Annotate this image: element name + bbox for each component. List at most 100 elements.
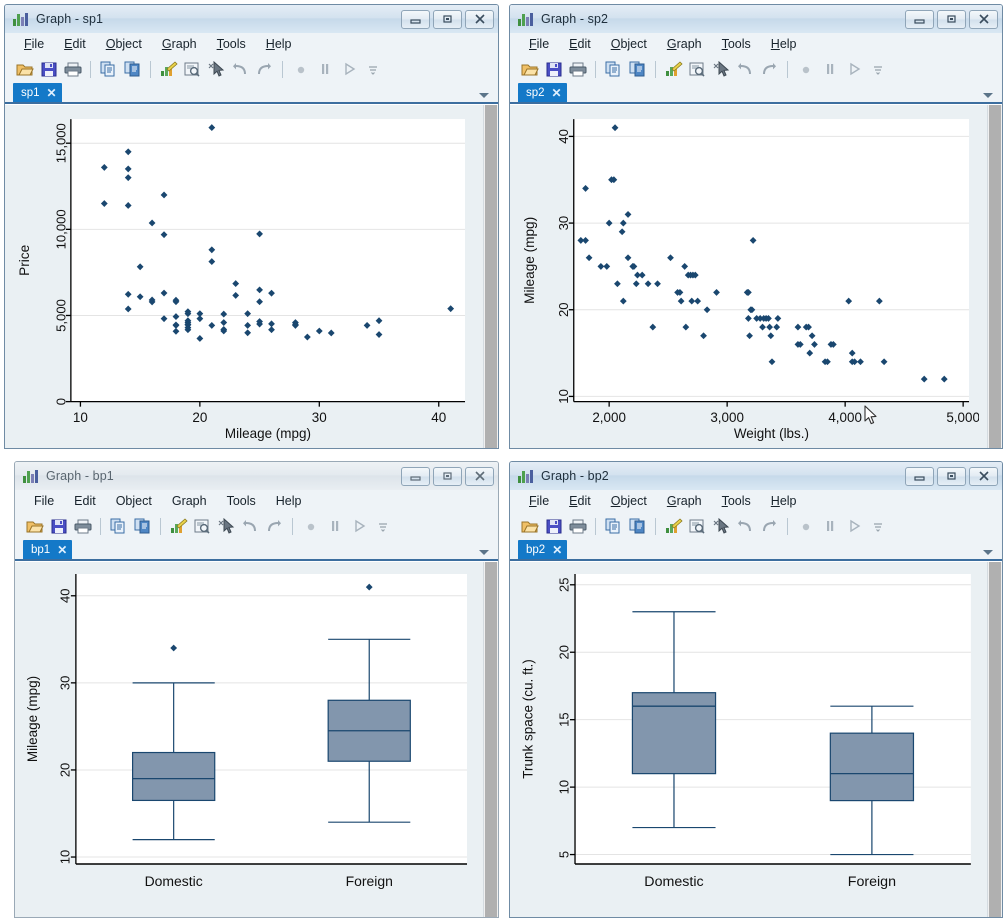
preview-log-icon[interactable] — [686, 58, 709, 80]
pointer-tool-icon[interactable] — [710, 515, 733, 537]
graph-window-sp2[interactable]: Graph - sp2 File Edit Object Graph Tools… — [509, 4, 1003, 449]
menu-tools[interactable]: Tools — [208, 35, 255, 53]
tab-close-icon[interactable]: ✕ — [552, 544, 562, 556]
menu-help[interactable]: Help — [762, 35, 806, 53]
preview-log-icon[interactable] — [686, 515, 709, 537]
redo-icon[interactable] — [758, 58, 781, 80]
redo-icon[interactable] — [758, 515, 781, 537]
chevron-down-icon[interactable] — [479, 93, 489, 98]
menu-graph[interactable]: Graph — [658, 35, 711, 53]
tab-close-icon[interactable]: ✕ — [47, 87, 57, 99]
vertical-scrollbar-bp1[interactable] — [483, 562, 498, 917]
close-button[interactable] — [465, 466, 494, 486]
copy-icon[interactable] — [97, 58, 120, 80]
graph-canvas-sp2[interactable]: 10 20 30 40 2,000 3,000 4,000 5,000 Weight (lbs.… — [510, 105, 987, 448]
menu-help[interactable]: Help — [267, 492, 311, 510]
menu-object[interactable]: Object — [97, 35, 151, 53]
save-icon[interactable] — [542, 58, 565, 80]
vertical-scrollbar-sp1[interactable] — [483, 105, 498, 448]
copy-as-icon[interactable] — [121, 58, 144, 80]
copy-as-icon[interactable] — [626, 515, 649, 537]
menu-file[interactable]: File — [15, 35, 53, 53]
play-icon[interactable] — [337, 58, 360, 80]
pause-icon[interactable] — [323, 515, 346, 537]
chevron-down-icon[interactable] — [983, 550, 993, 555]
scrollbar-thumb[interactable] — [989, 562, 1001, 917]
copy-icon[interactable] — [602, 58, 625, 80]
minimize-button[interactable] — [905, 9, 934, 29]
close-button[interactable] — [465, 9, 494, 29]
print-icon[interactable] — [61, 58, 84, 80]
print-icon[interactable] — [566, 58, 589, 80]
open-folder-icon[interactable] — [518, 515, 541, 537]
copy-as-icon[interactable] — [131, 515, 154, 537]
menu-graph[interactable]: Graph — [163, 492, 216, 510]
menu-tools[interactable]: Tools — [218, 492, 265, 510]
undo-icon[interactable] — [229, 58, 252, 80]
record-icon[interactable] — [794, 515, 817, 537]
menu-object[interactable]: Object — [602, 492, 656, 510]
preview-log-icon[interactable] — [191, 515, 214, 537]
graph-editor-icon[interactable] — [662, 515, 685, 537]
redo-icon[interactable] — [253, 58, 276, 80]
close-button[interactable] — [969, 466, 998, 486]
save-icon[interactable] — [542, 515, 565, 537]
tab-close-icon[interactable]: ✕ — [552, 87, 562, 99]
pointer-tool-icon[interactable] — [205, 58, 228, 80]
more-options-icon[interactable] — [866, 515, 889, 537]
scrollbar-thumb[interactable] — [485, 562, 497, 917]
minimize-button[interactable] — [401, 466, 430, 486]
redo-icon[interactable] — [263, 515, 286, 537]
play-icon[interactable] — [842, 58, 865, 80]
close-button[interactable] — [969, 9, 998, 29]
pointer-tool-icon[interactable] — [215, 515, 238, 537]
tabstrip-sp2[interactable]: sp2 ✕ — [510, 83, 1002, 104]
tabstrip-bp2[interactable]: bp2 ✕ — [510, 540, 1002, 561]
record-icon[interactable] — [794, 58, 817, 80]
open-folder-icon[interactable] — [518, 58, 541, 80]
toolbar-bp2[interactable] — [510, 512, 1002, 540]
titlebar-sp2[interactable]: Graph - sp2 — [510, 5, 1002, 33]
graph-tab-sp2[interactable]: sp2 ✕ — [518, 83, 567, 102]
menu-file[interactable]: File — [520, 492, 558, 510]
graph-window-bp1[interactable]: Graph - bp1 File Edit Object Graph Tools… — [14, 461, 499, 918]
menu-edit[interactable]: Edit — [65, 492, 105, 510]
menubar-sp1[interactable]: File Edit Object Graph Tools Help — [5, 33, 498, 55]
menu-file[interactable]: File — [520, 35, 558, 53]
open-folder-icon[interactable] — [13, 58, 36, 80]
graph-window-sp1[interactable]: Graph - sp1 File Edit Object Graph Tools… — [4, 4, 499, 449]
pause-icon[interactable] — [313, 58, 336, 80]
titlebar-bp1[interactable]: Graph - bp1 — [15, 462, 498, 490]
graph-tab-bp2[interactable]: bp2 ✕ — [518, 540, 568, 559]
scrollbar-thumb[interactable] — [485, 105, 497, 448]
more-options-icon[interactable] — [371, 515, 394, 537]
titlebar-sp1[interactable]: Graph - sp1 — [5, 5, 498, 33]
restore-button[interactable] — [433, 466, 462, 486]
record-icon[interactable] — [299, 515, 322, 537]
vertical-scrollbar-sp2[interactable] — [987, 105, 1002, 448]
chevron-down-icon[interactable] — [983, 93, 993, 98]
menu-edit[interactable]: Edit — [560, 492, 600, 510]
restore-button[interactable] — [433, 9, 462, 29]
titlebar-bp2[interactable]: Graph - bp2 — [510, 462, 1002, 490]
save-icon[interactable] — [47, 515, 70, 537]
menu-edit[interactable]: Edit — [560, 35, 600, 53]
toolbar-sp2[interactable] — [510, 55, 1002, 83]
vertical-scrollbar-bp2[interactable] — [987, 562, 1002, 917]
open-folder-icon[interactable] — [23, 515, 46, 537]
more-options-icon[interactable] — [866, 58, 889, 80]
copy-as-icon[interactable] — [626, 58, 649, 80]
graph-editor-icon[interactable] — [157, 58, 180, 80]
menubar-bp1[interactable]: File Edit Object Graph Tools Help — [15, 490, 498, 512]
graph-tab-bp1[interactable]: bp1 ✕ — [23, 540, 73, 559]
menubar-sp2[interactable]: File Edit Object Graph Tools Help — [510, 33, 1002, 55]
print-icon[interactable] — [566, 515, 589, 537]
menu-help[interactable]: Help — [762, 492, 806, 510]
graph-canvas-bp1[interactable]: 10 20 30 40 Mileage (mpg) Domestic Foreign — [15, 562, 483, 917]
menu-tools[interactable]: Tools — [713, 35, 760, 53]
graph-window-bp2[interactable]: Graph - bp2 File Edit Object Graph Tools… — [509, 461, 1003, 918]
pause-icon[interactable] — [818, 515, 841, 537]
more-options-icon[interactable] — [361, 58, 384, 80]
undo-icon[interactable] — [239, 515, 262, 537]
graph-tab-sp1[interactable]: sp1 ✕ — [13, 83, 62, 102]
